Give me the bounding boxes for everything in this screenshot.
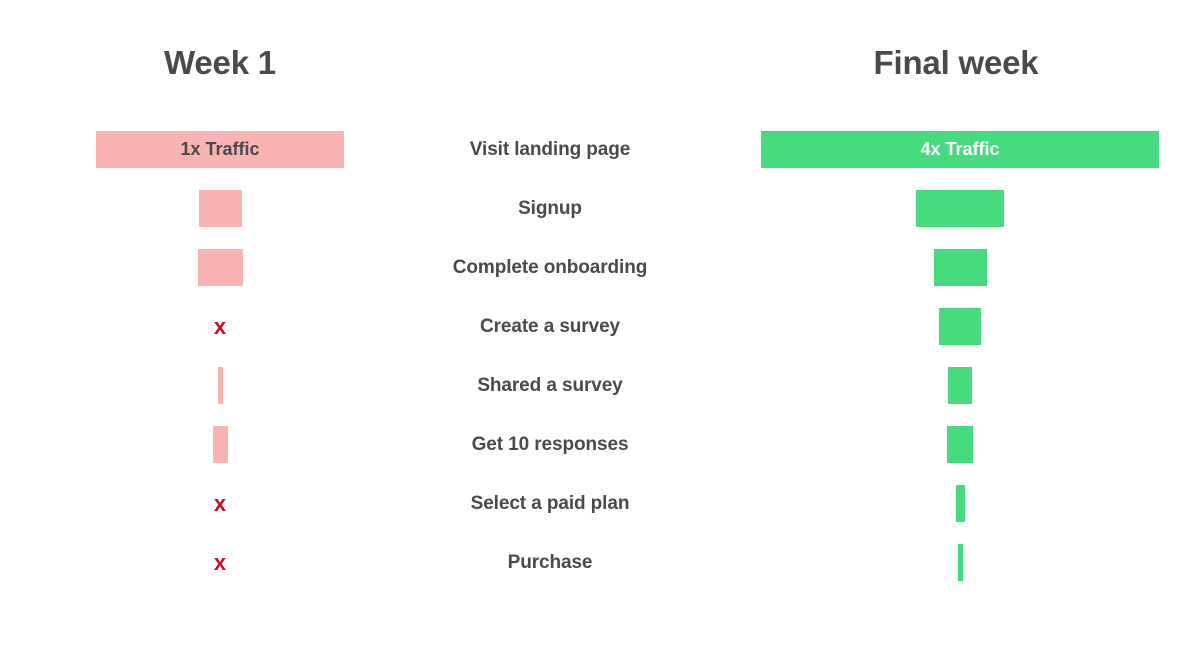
column-title-week-1: Week 1 [0,44,440,82]
final-week-cell [700,238,1200,297]
funnel-step-cell: Complete onboarding [400,238,700,297]
final-week-bar-holder [700,474,1200,533]
funnel-step-label: Visit landing page [470,139,630,161]
final-week-cell [700,356,1200,415]
week-1-bar-holder [0,356,441,415]
funnel-step-label: Get 10 responses [472,434,629,456]
funnel-bar [213,426,228,463]
funnel-step-label: Select a paid plan [471,493,630,515]
funnel-row: Get 10 responses [0,415,1200,474]
funnel-step-label: Create a survey [480,316,620,338]
funnel-row: 1x Traffic Visit landing page 4x Traffic [0,120,1200,179]
funnel-bar-label: 1x Traffic [96,131,344,168]
funnel-step-cell: Purchase [400,533,700,592]
funnel-bar [956,485,965,522]
final-week-bar-holder [700,179,1200,238]
funnel-row: x Purchase [0,533,1200,592]
week-1-cell [0,238,440,297]
final-week-cell [700,297,1200,356]
funnel-row: Complete onboarding [0,238,1200,297]
final-week-cell [700,533,1200,592]
column-title-final-week: Final week [760,44,1152,82]
funnel-step-cell: Shared a survey [400,356,700,415]
funnel-step-label: Purchase [508,552,593,574]
final-week-cell [700,474,1200,533]
final-week-bar-holder: 4x Traffic [700,120,1200,179]
week-1-bar-holder: x [0,533,441,592]
final-week-bar-holder [700,356,1200,415]
funnel-bar [218,367,223,404]
final-week-cell [700,179,1200,238]
week-1-bar-holder [0,238,441,297]
funnel-row: x Select a paid plan [0,474,1200,533]
funnel-bar [958,544,963,581]
funnel-step-label: Complete onboarding [453,257,647,279]
column-headers: Week 1 Final week [0,0,1200,120]
funnel-bar [947,426,973,463]
funnel-bar-label: 4x Traffic [761,131,1159,168]
funnel-bar [198,249,243,286]
week-1-bar-holder: x [0,474,441,533]
funnel-step-cell: Select a paid plan [400,474,700,533]
funnel-bar [948,367,972,404]
week-1-cell: x [0,297,440,356]
funnel-row: Shared a survey [0,356,1200,415]
final-week-cell: 4x Traffic [700,120,1200,179]
week-1-bar-holder: x [0,297,441,356]
week-1-bar-holder [0,415,441,474]
final-week-bar-holder [700,533,1200,592]
funnel-bar [916,190,1004,227]
funnel-step-cell: Visit landing page [400,120,700,179]
week-1-cell: x [0,474,440,533]
funnel-bar [199,190,242,227]
funnel-step-cell: Get 10 responses [400,415,700,474]
funnel-row: x Create a survey [0,297,1200,356]
funnel-step-cell: Create a survey [400,297,700,356]
week-1-cell [0,179,440,238]
final-week-cell [700,415,1200,474]
final-week-bar-holder [700,415,1200,474]
funnel-comparison-chart: Week 1 Final week 1x Traffic Visit landin… [0,0,1200,660]
final-week-bar-holder [700,238,1200,297]
week-1-cell [0,356,440,415]
funnel-step-label: Signup [518,198,582,220]
week-1-bar-holder [0,179,441,238]
funnel-row: Signup [0,179,1200,238]
funnel-bar [934,249,987,286]
funnel-bar: 1x Traffic [96,131,344,168]
funnel-step-label: Shared a survey [477,375,622,397]
final-week-bar-holder [700,297,1200,356]
no-conversion-x-icon: x [214,485,226,522]
week-1-bar-holder: 1x Traffic [0,120,441,179]
funnel-bar [939,308,981,345]
funnel-step-cell: Signup [400,179,700,238]
funnel-bar: 4x Traffic [761,131,1159,168]
week-1-cell [0,415,440,474]
week-1-cell: 1x Traffic [0,120,440,179]
week-1-cell: x [0,533,440,592]
no-conversion-x-icon: x [214,544,226,581]
no-conversion-x-icon: x [214,308,226,345]
funnel-rows: 1x Traffic Visit landing page 4x Traffic Si… [0,120,1200,592]
